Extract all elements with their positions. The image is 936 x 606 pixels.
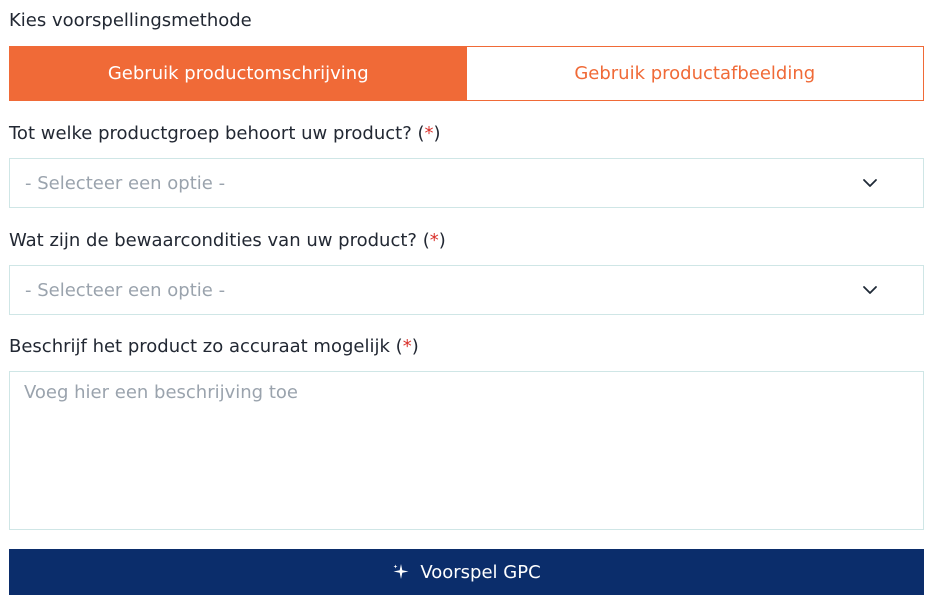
tab-product-image-label: Gebruik productafbeelding — [574, 63, 816, 84]
chevron-down-icon — [862, 282, 878, 298]
product-group-label: Tot welke productgroep behoort uw produc… — [9, 123, 441, 145]
tab-product-image[interactable]: Gebruik productafbeelding — [466, 47, 923, 100]
method-heading: Kies voorspellingsmethode — [9, 10, 252, 31]
gpc-prediction-form: Kies voorspellingsmethode Gebruik produc… — [0, 0, 936, 606]
product-group-select[interactable]: - Selecteer een optie - — [9, 158, 924, 208]
description-label-text: Beschrijf het product zo accuraat mogeli… — [9, 336, 390, 357]
storage-select-value: - Selecteer een optie - — [25, 279, 226, 301]
chevron-down-icon — [862, 175, 878, 191]
storage-select[interactable]: - Selecteer een optie - — [9, 265, 924, 315]
method-toggle: Gebruik productomschrijving Gebruik prod… — [9, 46, 924, 101]
required-marker: (*) — [417, 123, 441, 144]
predict-gpc-button[interactable]: Voorspel GPC — [9, 549, 924, 595]
description-label: Beschrijf het product zo accuraat mogeli… — [9, 336, 419, 358]
product-group-label-text: Tot welke productgroep behoort uw produc… — [9, 123, 412, 144]
product-group-select-value: - Selecteer een optie - — [25, 172, 226, 194]
storage-label: Wat zijn de bewaarcondities van uw produ… — [9, 230, 446, 252]
tab-product-description[interactable]: Gebruik productomschrijving — [10, 47, 467, 100]
tab-product-description-label: Gebruik productomschrijving — [107, 63, 369, 84]
required-marker: (*) — [422, 230, 446, 251]
storage-label-text: Wat zijn de bewaarcondities van uw produ… — [9, 230, 417, 251]
required-marker: (*) — [395, 336, 419, 357]
predict-gpc-button-label: Voorspel GPC — [420, 561, 541, 583]
sparkle-icon — [392, 563, 410, 581]
description-field-box — [9, 371, 924, 530]
description-textarea[interactable] — [24, 382, 909, 519]
